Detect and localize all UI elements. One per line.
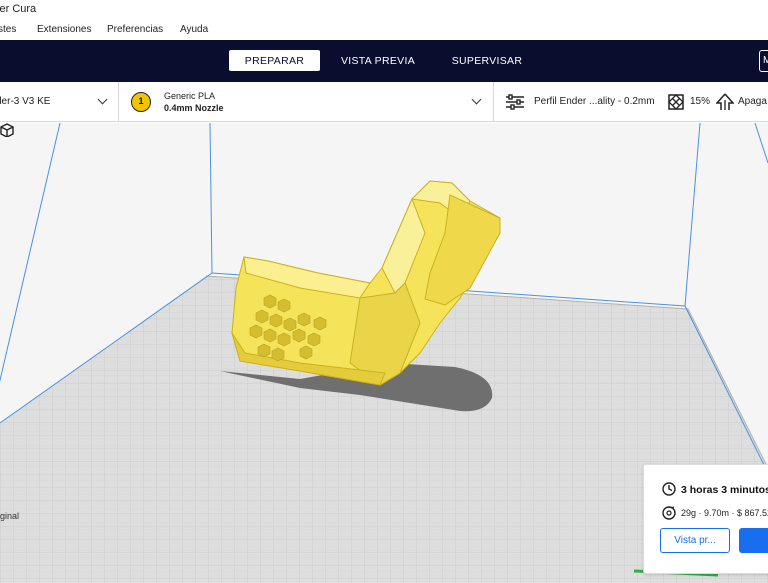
save-to-disk-button[interactable]	[739, 528, 768, 553]
material-name: Generic PLA	[164, 91, 216, 101]
profile-name: Perfil Ender ...ality - 0.2mm	[534, 96, 655, 107]
tab-prepare[interactable]: PREPARAR	[229, 50, 320, 71]
volume-edge	[754, 123, 768, 164]
infill-icon	[668, 94, 684, 110]
tab-preview[interactable]: VISTA PREVIA	[333, 50, 423, 71]
window-title: cer Cura	[0, 3, 37, 15]
tab-monitor[interactable]: SUPERVISAR	[444, 50, 530, 71]
support-icon	[716, 93, 734, 110]
extruder-badge: 1	[131, 92, 151, 112]
stage-bar: PREPARAR VISTA PREVIA SUPERVISAR M	[0, 40, 768, 82]
clock-icon	[662, 482, 676, 496]
menu-settings[interactable]: stes	[0, 24, 16, 35]
view-label: iginal	[0, 511, 20, 521]
material-selector[interactable]: 1 Generic PLA 0.4mm Nozzle	[119, 82, 493, 122]
menu-help[interactable]: Ayuda	[180, 24, 208, 35]
material-usage: 29g · 9.70m · $ 867.52	[681, 508, 768, 518]
preview-button[interactable]: Vista pr...	[660, 528, 730, 553]
volume-edge	[0, 123, 61, 383]
infill-value: 15%	[690, 96, 711, 107]
sliders-icon	[506, 94, 524, 110]
chevron-down-icon	[97, 94, 108, 105]
print-settings-selector[interactable]: Perfil Ender ...ality - 0.2mm 15% Apaga	[494, 82, 768, 122]
menu-bar: stes Extensiones Preferencias Ayuda	[0, 20, 768, 40]
title-bar: cer Cura	[0, 0, 768, 20]
printer-name: der-3 V3 KE	[0, 96, 51, 107]
nozzle-size: 0.4mm Nozzle	[164, 103, 224, 113]
menu-preferences[interactable]: Preferencias	[107, 24, 163, 35]
job-toolbar: der-3 V3 KE 1 Generic PLA 0.4mm Nozzle P…	[0, 82, 768, 122]
volume-edge	[684, 123, 701, 307]
print-time: 3 horas 3 minutos	[681, 484, 768, 496]
cube-icon[interactable]	[0, 123, 14, 137]
menu-extensions[interactable]: Extensiones	[37, 24, 91, 35]
printer-selector[interactable]: der-3 V3 KE	[0, 82, 118, 122]
support-value: Apaga	[738, 96, 767, 107]
volume-edge	[209, 123, 213, 274]
print-info-panel: 3 horas 3 minutos 29g · 9.70m · $ 867.52…	[643, 464, 768, 574]
chevron-down-icon	[471, 94, 482, 105]
spool-icon	[662, 506, 676, 520]
marketplace-button[interactable]: M	[759, 50, 768, 72]
